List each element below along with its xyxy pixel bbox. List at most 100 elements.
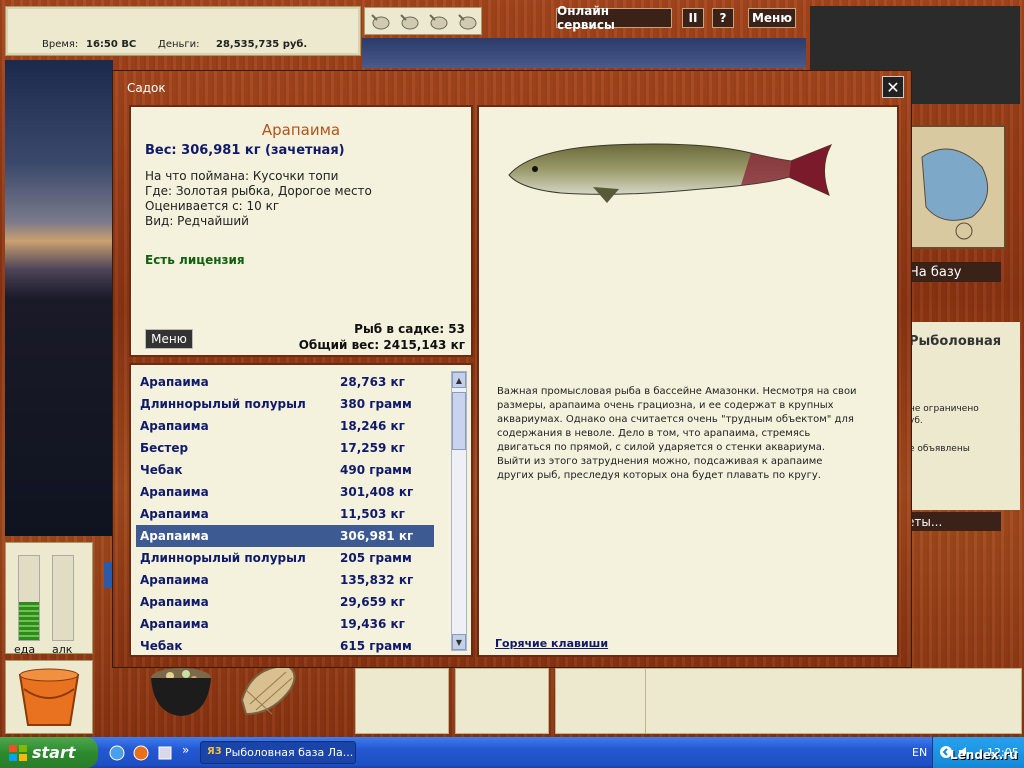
fish-info-panel: Арапаима Вес: 306,981 кг (зачетная) На ч…	[129, 105, 473, 357]
scroll-up-button[interactable]: ▲	[452, 372, 466, 388]
status-bar: Время: 16:50 ВС Деньги: 28,535,735 руб.	[5, 6, 361, 56]
main-menu-button[interactable]: Меню	[748, 8, 796, 28]
inventory-slot[interactable]	[455, 668, 549, 734]
fish-count: Рыб в садке: 53	[354, 322, 465, 336]
scroll-down-button[interactable]: ▼	[452, 634, 466, 650]
bottom-right-panel	[645, 668, 1022, 734]
bottom-slots	[355, 668, 649, 734]
map-thumbnail[interactable]	[910, 125, 1006, 249]
start-button[interactable]: start	[0, 737, 98, 768]
fish-weight: Вес: 306,981 кг (зачетная)	[145, 143, 345, 158]
bucket-slot[interactable]	[5, 660, 93, 734]
fish-list-name: Чебак	[140, 639, 183, 653]
taskbar-app-button[interactable]: Я3 Рыболовная база Ла...	[200, 741, 356, 764]
fish-list-row[interactable]: Арапаима 18,246 кг	[136, 415, 434, 437]
right-info-panel: Рыболовная не ограничено уб. е объявлены	[905, 322, 1020, 510]
fish-list-weight: 11,503 кг	[340, 507, 405, 521]
fish-bag-icon	[428, 14, 447, 30]
fish-list-row[interactable]: Арапаима 135,832 кг	[136, 569, 434, 591]
fish-list-name: Длиннорылый полурыл	[140, 397, 306, 411]
fish-list-row[interactable]: Чебак 490 грамм	[136, 459, 434, 481]
fish-list-row[interactable]: Арапаима 11,503 кг	[136, 503, 434, 525]
fish-list-name: Чебак	[140, 463, 183, 477]
fish-list-row[interactable]: Арапаима 306,981 кг	[136, 525, 434, 547]
fish-list: Арапаима 28,763 кг Длиннорылый полурыл 380 …	[129, 363, 473, 657]
firefox-icon[interactable]	[132, 744, 150, 762]
fish-value: Оценивается с: 10 кг	[145, 199, 280, 213]
pause-button[interactable]: II	[682, 8, 704, 28]
inventory-slot[interactable]	[555, 668, 649, 734]
ie-icon[interactable]	[108, 744, 126, 762]
fish-list-name: Бестер	[140, 441, 189, 455]
alcohol-meter	[52, 555, 74, 641]
fish-list-name: Арапаима	[140, 485, 209, 499]
fish-name: Арапаима	[261, 121, 341, 139]
inventory-slot[interactable]	[355, 668, 449, 734]
fish-list-weight: 205 грамм	[340, 551, 412, 565]
close-icon: ✕	[886, 77, 900, 97]
fish-list-row[interactable]: Арапаима 29,659 кг	[136, 591, 434, 613]
fish-list-weight: 19,436 кг	[340, 617, 405, 631]
keepnet-menu-button[interactable]: Меню	[145, 329, 193, 349]
app-launcher-icon[interactable]	[156, 744, 174, 762]
bucket-icon	[18, 668, 80, 726]
fish-list-row[interactable]: Арапаима 28,763 кг	[136, 371, 434, 393]
license-status: Есть лицензия	[145, 253, 245, 267]
fish-list-name: Арапаима	[140, 507, 209, 521]
fish-list-row[interactable]: Бестер 17,259 кг	[136, 437, 434, 459]
fish-list-weight: 380 грамм	[340, 397, 412, 411]
fish-bag-icon	[457, 14, 476, 30]
start-label: start	[32, 743, 76, 762]
fish-list-weight: 306,981 кг	[340, 529, 414, 543]
chevron-up-icon: ▲	[455, 375, 463, 385]
fish-kind: Вид: Редчайший	[145, 214, 249, 228]
fish-list-row[interactable]: Арапаима 301,408 кг	[136, 481, 434, 503]
fish-bait: На что поймана: Кусочки топи	[145, 169, 339, 183]
map-icon	[921, 148, 989, 240]
fish-list-name: Арапаима	[140, 375, 209, 389]
fish-bag-icon	[399, 14, 418, 30]
fish-list-weight: 490 грамм	[340, 463, 412, 477]
total-weight: Общий вес: 2415,143 кг	[298, 338, 465, 352]
quicklaunch-expand-icon[interactable]: »	[182, 743, 189, 757]
fish-list-weight: 28,763 кг	[340, 375, 405, 389]
fish-list-row[interactable]: Арапаима 19,436 кг	[136, 613, 434, 635]
right-panel-button[interactable]: еты...	[905, 512, 1001, 531]
keepnet-totals: Рыб в садке: 53 Общий вес: 2415,143 кг	[299, 321, 465, 353]
fish-list-weight: 18,246 кг	[340, 419, 405, 433]
fish-list-weight: 17,259 кг	[340, 441, 405, 455]
fish-list-weight: 29,659 кг	[340, 595, 405, 609]
to-base-button[interactable]: На базу	[905, 262, 1001, 282]
food-meter	[18, 555, 40, 641]
fish-list-weight: 135,832 кг	[340, 573, 414, 587]
right-panel-title: Рыболовная	[909, 334, 1002, 349]
scrollbar[interactable]: ▲ ▼	[451, 371, 467, 651]
time-label: Время:	[42, 39, 79, 50]
net-bag-icon[interactable]	[232, 660, 302, 718]
fish-list-name: Арапаима	[140, 419, 209, 433]
fish-list-name: Арапаима	[140, 573, 209, 587]
food-meter-fill	[19, 602, 39, 640]
arapaima-image	[508, 143, 833, 203]
online-services-button[interactable]: Онлайн сервисы	[556, 4, 672, 32]
right-panel-line: е объявлены	[909, 444, 970, 454]
fish-list-name: Арапаима	[140, 529, 209, 543]
fish-list-row[interactable]: Чебак 615 грамм	[136, 635, 434, 655]
fish-bag-icon	[370, 14, 389, 30]
lake-scene	[5, 60, 113, 536]
pot-icon[interactable]	[148, 664, 214, 718]
alcohol-label: алк	[52, 643, 73, 656]
hotkeys-link[interactable]: Горячие клавиши	[495, 637, 608, 650]
scroll-thumb[interactable]	[452, 392, 466, 450]
fish-list-name: Длиннорылый полурыл	[140, 551, 306, 565]
language-indicator[interactable]: EN	[912, 746, 927, 759]
fish-description-panel: Важная промысловая рыба в бассейне Амазо…	[477, 105, 899, 657]
help-button[interactable]: ?	[712, 8, 734, 28]
fish-slots	[364, 7, 482, 35]
fish-list-weight: 301,408 кг	[340, 485, 414, 499]
chevron-down-icon: ▼	[455, 637, 463, 647]
fish-list-name: Арапаима	[140, 595, 209, 609]
fish-list-row[interactable]: Длиннорылый полурыл 205 грамм	[136, 547, 434, 569]
close-button[interactable]: ✕	[882, 76, 904, 98]
fish-list-row[interactable]: Длиннорылый полурыл 380 грамм	[136, 393, 434, 415]
